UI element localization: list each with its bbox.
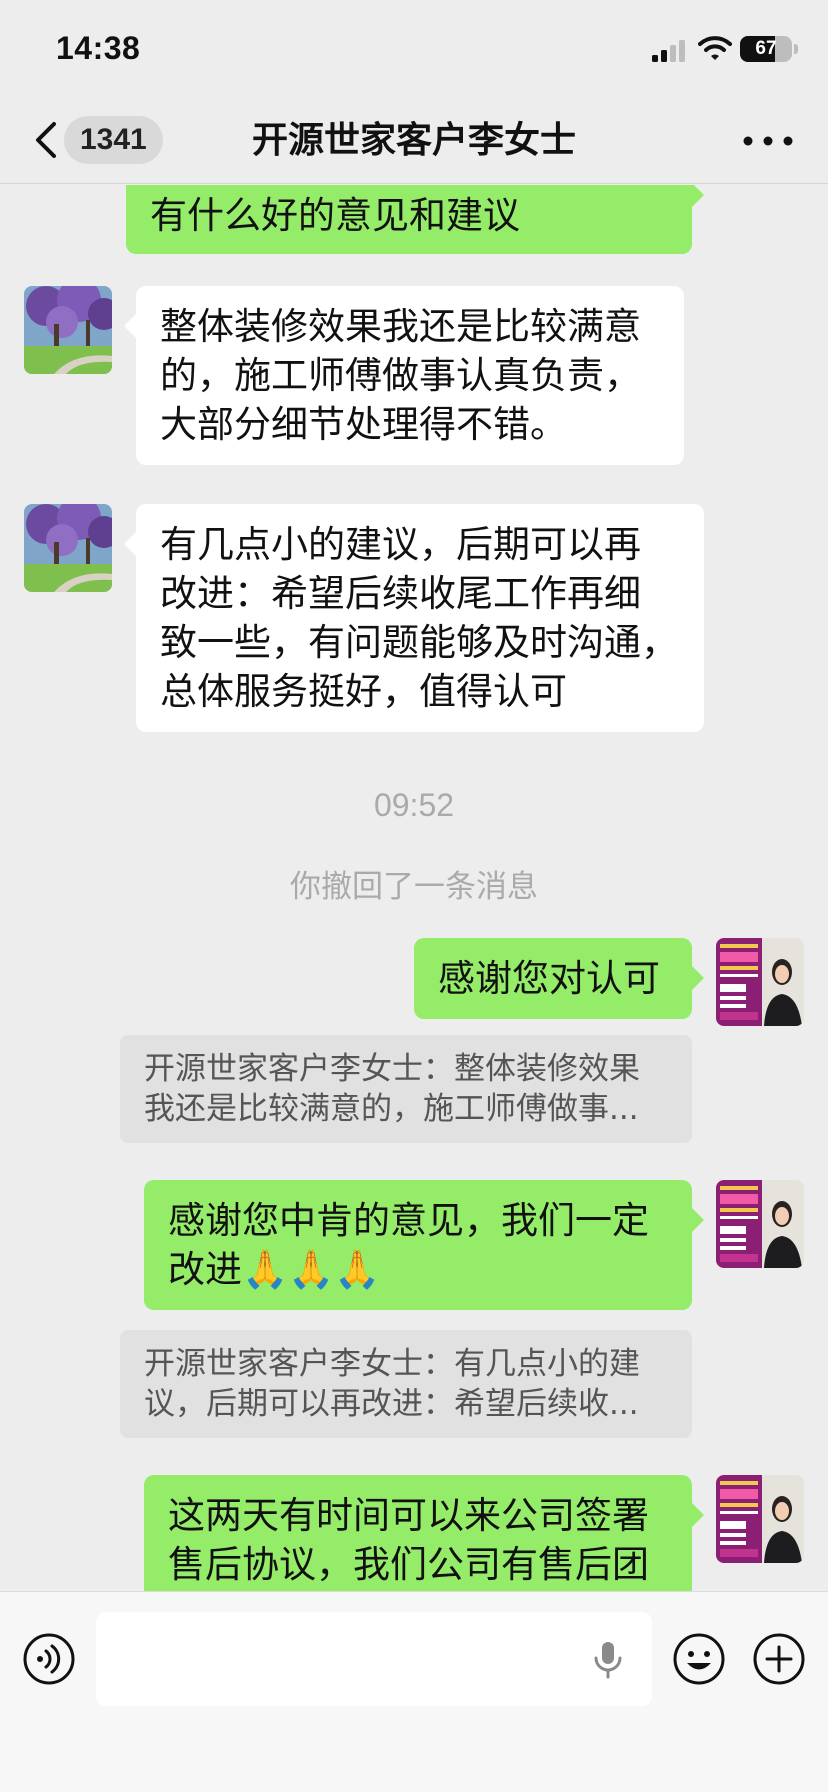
outgoing-message[interactable]: 感谢您对认可: [414, 938, 704, 1019]
message-line: 总体服务挺好，值得认可: [160, 670, 567, 713]
chat-header: 1341 开源世家客户李女士: [0, 100, 828, 184]
my-avatar[interactable]: [716, 1180, 804, 1268]
message-line: 售后协议，我们公司有售后团: [168, 1543, 649, 1586]
battery-icon: 67: [740, 36, 792, 62]
contact-avatar[interactable]: [24, 286, 112, 374]
message-line: 改进🙏🙏🙏: [168, 1248, 381, 1291]
quote-line: 议，后期可以再改进：希望后续收...: [144, 1386, 639, 1422]
quote-line: 我还是比较满意的，施工师傅做事...: [144, 1091, 639, 1127]
recalled-message-notice: 你撤回了一条消息: [290, 869, 538, 905]
message-line: 改进：希望后续收尾工作再细: [160, 572, 641, 615]
battery-tip: [794, 44, 798, 54]
message-input[interactable]: [96, 1612, 652, 1706]
message-line: 这两天有时间可以来公司签署: [168, 1494, 649, 1537]
message-line: 有几点小的建议，后期可以再: [160, 523, 641, 566]
tree-avatar-image: [24, 504, 112, 592]
incoming-message[interactable]: 有几点小的建议，后期可以再 改进：希望后续收尾工作再细 致一些，有问题能够及时沟…: [124, 504, 704, 732]
tree-avatar-image: [24, 286, 112, 374]
poster-avatar-image: [716, 1475, 804, 1563]
incoming-message[interactable]: 整体装修效果我还是比较满意 的，施工师傅做事认真负责， 大部分细节处理得不错。: [124, 286, 684, 465]
message-line: 有什么好的意见和建议: [150, 194, 520, 237]
plus-icon[interactable]: [752, 1632, 806, 1686]
quoted-message[interactable]: 开源世家客户李女士：整体装修效果 我还是比较满意的，施工师傅做事...: [120, 1035, 692, 1143]
outgoing-message[interactable]: 感谢您中肯的意见，我们一定 改进🙏🙏🙏: [144, 1180, 704, 1310]
status-bar: 14:38 67: [0, 0, 828, 100]
my-avatar[interactable]: [716, 938, 804, 1026]
chat-message-list[interactable]: 有什么好的意见和建议 整体装修效果我还是比较满意 的，施工师傅做事认真负责， 大…: [0, 185, 828, 1591]
cellular-signal-icon: [652, 40, 685, 62]
outgoing-message[interactable]: 有什么好的意见和建议: [126, 185, 704, 254]
message-input-bar: [0, 1591, 828, 1792]
poster-avatar-image: [716, 938, 804, 1026]
status-time: 14:38: [56, 30, 141, 66]
voice-icon[interactable]: [22, 1632, 76, 1686]
message-line: 感谢您中肯的意见，我们一定: [168, 1199, 649, 1242]
message-timestamp: 09:52: [373, 787, 455, 823]
quote-line: 开源世家客户李女士：有几点小的建: [144, 1346, 640, 1382]
battery-level: 67: [755, 38, 777, 59]
emoji-icon[interactable]: [672, 1632, 726, 1686]
message-line: 大部分细节处理得不错。: [160, 403, 567, 446]
message-line: 的，施工师傅做事认真负责，: [160, 354, 641, 397]
my-avatar[interactable]: [716, 1475, 804, 1563]
message-line: 致一些，有问题能够及时沟通，: [160, 621, 678, 664]
wifi-icon: [698, 36, 732, 60]
outgoing-message[interactable]: 这两天有时间可以来公司签署 售后协议，我们公司有售后团: [144, 1475, 704, 1591]
chat-title: 开源世家客户李女士: [251, 120, 576, 161]
poster-avatar-image: [716, 1180, 804, 1268]
more-dots-icon[interactable]: [740, 126, 796, 156]
message-line: 整体装修效果我还是比较满意: [160, 305, 641, 348]
message-line: 感谢您对认可: [438, 957, 660, 1000]
microphone-icon[interactable]: [590, 1640, 626, 1680]
quote-line: 开源世家客户李女士：整体装修效果: [144, 1051, 640, 1087]
contact-avatar[interactable]: [24, 504, 112, 592]
quoted-message[interactable]: 开源世家客户李女士：有几点小的建 议，后期可以再改进：希望后续收...: [120, 1330, 692, 1438]
